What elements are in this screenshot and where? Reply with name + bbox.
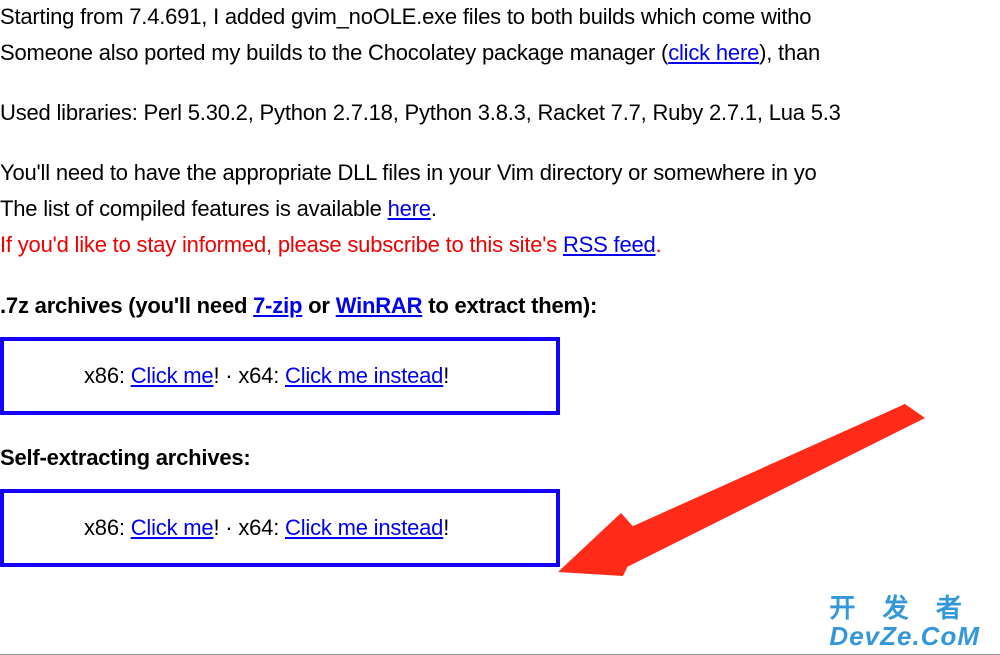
heading-sfx-archives: Self-extracting archives:: [0, 441, 1000, 475]
paragraph-rss: If you'd like to stay informed, please s…: [0, 228, 1000, 262]
text: Someone also ported my builds to the Cho…: [0, 40, 668, 65]
text: You'll need to have the appropriate DLL …: [0, 160, 817, 185]
rss-feed-link[interactable]: RSS feed: [563, 232, 656, 257]
paragraph-features: The list of compiled features is availab…: [0, 192, 1000, 226]
text: Self-extracting archives:: [0, 445, 251, 470]
heading-7z-archives: .7z archives (you'll need 7-zip or WinRA…: [0, 289, 1000, 323]
x64-label: x64:: [238, 515, 285, 540]
x64-label: x64:: [238, 363, 285, 388]
x86-7z-link[interactable]: Click me: [131, 363, 214, 388]
text: .7z archives (you'll need: [0, 293, 253, 318]
text: .: [431, 196, 437, 221]
features-link[interactable]: here: [388, 196, 431, 221]
paragraph-chocolatey: Someone also ported my builds to the Cho…: [0, 36, 1000, 70]
download-box-sfx: x86: Click me! · x64: Click me instead!: [0, 489, 560, 567]
download-box-7z: x86: Click me! · x64: Click me instead!: [0, 337, 560, 415]
x86-label: x86:: [84, 515, 131, 540]
watermark-en: DevZe.CoM: [829, 623, 980, 650]
text: ), than: [759, 40, 820, 65]
text: Used libraries: Perl 5.30.2, Python 2.7.…: [0, 100, 841, 125]
x86-label: x86:: [84, 363, 131, 388]
paragraph-gvim: Starting from 7.4.691, I added gvim_noOL…: [0, 0, 1000, 34]
paragraph-dll: You'll need to have the appropriate DLL …: [0, 156, 1000, 190]
text: !: [443, 515, 449, 540]
7zip-link[interactable]: 7-zip: [253, 293, 302, 318]
chocolatey-link[interactable]: click here: [668, 40, 759, 65]
page-content: Starting from 7.4.691, I added gvim_noOL…: [0, 0, 1000, 567]
text: .: [656, 232, 662, 257]
watermark-cn: 开 发 者: [829, 595, 980, 622]
text: or: [302, 293, 335, 318]
text: to extract them):: [422, 293, 597, 318]
text: Starting from 7.4.691, I added gvim_noOL…: [0, 4, 811, 29]
paragraph-libraries: Used libraries: Perl 5.30.2, Python 2.7.…: [0, 96, 1000, 130]
x64-sfx-link[interactable]: Click me instead: [285, 515, 443, 540]
text: !: [443, 363, 449, 388]
text: ! ·: [213, 515, 238, 540]
text: If you'd like to stay informed, please s…: [0, 232, 563, 257]
text: ! ·: [213, 363, 238, 388]
x86-sfx-link[interactable]: Click me: [131, 515, 214, 540]
winrar-link[interactable]: WinRAR: [336, 293, 423, 318]
x64-7z-link[interactable]: Click me instead: [285, 363, 443, 388]
watermark: 开 发 者 DevZe.CoM: [829, 595, 980, 650]
text: The list of compiled features is availab…: [0, 196, 388, 221]
